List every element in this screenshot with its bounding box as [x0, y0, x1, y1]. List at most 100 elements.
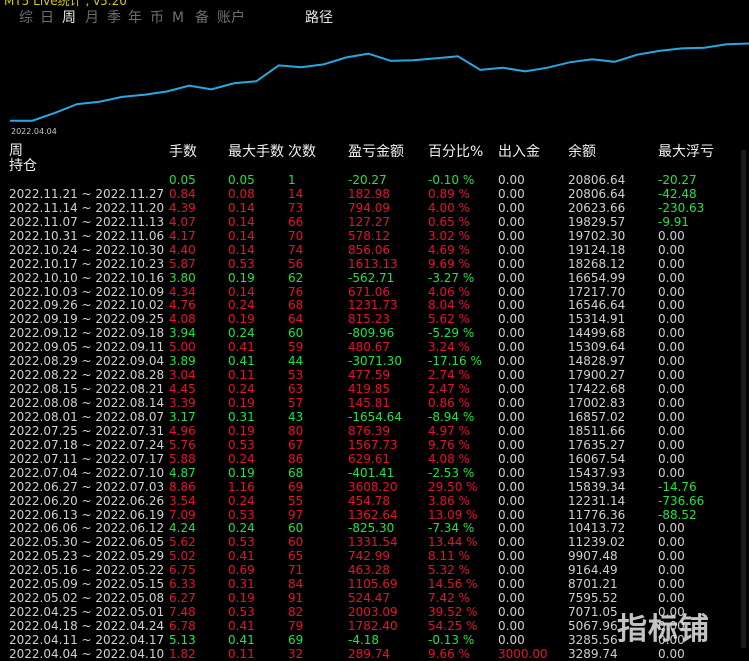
cell-deposit: 0.00 [498, 437, 525, 452]
balance-series-line [10, 42, 749, 122]
table-row[interactable]: 2022.06.20 ~ 2022.06.26 3.54 0.24 55 454.78 3… [0, 494, 749, 508]
cell-deposit: 0.00 [498, 312, 525, 327]
cell-max-floating-loss: 0.00 [658, 312, 685, 327]
cell-max-floating-loss: 0.00 [658, 270, 685, 285]
table-row[interactable]: 2022.10.10 ~ 2022.10.16 3.80 0.19 62 -562.71… [0, 271, 749, 285]
tab-quarter[interactable]: 季 [107, 9, 121, 27]
table-row[interactable]: 2022.10.24 ~ 2022.10.30 4.40 0.14 74 856.06 4… [0, 243, 749, 257]
table-row[interactable]: 2022.07.04 ~ 2022.07.10 4.87 0.19 68 -401.41… [0, 466, 749, 480]
cell-max-lots: 0.69 [228, 563, 255, 578]
cell-max-floating-loss: -9.91 [658, 214, 690, 229]
cell-count: 1 [288, 173, 296, 187]
table-row[interactable]: 2022.05.02 ~ 2022.05.08 6.27 0.19 91 524.47 7… [0, 591, 749, 605]
tab-day[interactable]: 日 [40, 9, 54, 27]
cell-pnl: 1567.73 [348, 437, 398, 452]
cell-lots: 3.80 [169, 270, 196, 285]
cell-period: 2022.04.11 ~ 2022.04.17 [9, 632, 165, 647]
cell-pnl: 629.61 [348, 451, 390, 466]
table-row[interactable]: 2022.10.17 ~ 2022.10.23 5.87 0.53 56 1613.13… [0, 257, 749, 271]
cell-deposit: 0.00 [498, 270, 525, 285]
cell-max-floating-loss: 0.00 [658, 340, 685, 355]
cell-period: 2022.06.13 ~ 2022.06.19 [9, 507, 165, 522]
table-row[interactable]: 2022.05.16 ~ 2022.05.22 6.75 0.69 71 463.28 5… [0, 563, 749, 577]
cell-percent: 3.02 % [428, 228, 470, 243]
table-row[interactable]: 2022.09.26 ~ 2022.10.02 4.76 0.24 68 1231.73… [0, 298, 749, 312]
cell-pnl: -825.30 [348, 521, 395, 536]
scrollbar[interactable] [741, 150, 746, 648]
cell-lots: 3.17 [169, 409, 196, 424]
cell-period: 2022.10.24 ~ 2022.10.30 [9, 242, 165, 257]
tab-week[interactable]: 周 [62, 9, 76, 27]
table-row[interactable]: 2022.11.07 ~ 2022.11.13 4.07 0.14 66 127.27 0… [0, 215, 749, 229]
cell-deposit: 0.00 [498, 354, 525, 369]
table-row[interactable]: 2022.05.30 ~ 2022.06.05 5.62 0.53 60 1331.54… [0, 535, 749, 549]
table-row[interactable]: 2022.11.21 ~ 2022.11.27 0.84 0.08 14 182.98 0… [0, 187, 749, 201]
cell-balance: 15437.93 [568, 465, 626, 480]
cell-lots: 4.76 [169, 298, 196, 313]
cell-balance: 10413.72 [568, 521, 626, 536]
table-row[interactable]: 2022.07.18 ~ 2022.07.24 5.76 0.53 67 1567.73… [0, 438, 749, 452]
cell-max-floating-loss: 0.00 [658, 354, 685, 369]
cell-deposit: 0.00 [498, 423, 525, 438]
cell-period: 2022.10.10 ~ 2022.10.16 [9, 270, 165, 285]
table-row[interactable]: 2022.08.22 ~ 2022.08.28 3.04 0.11 53 477.59 2… [0, 368, 749, 382]
cell-percent: 3.24 % [428, 340, 470, 355]
tab-month[interactable]: 月 [85, 9, 99, 27]
tab-note[interactable]: 备 [195, 9, 209, 27]
table-row[interactable]: 2022.05.09 ~ 2022.05.15 6.33 0.31 84 1105.69… [0, 577, 749, 591]
cell-balance: 11776.36 [568, 507, 626, 522]
table-row[interactable]: 2022.05.23 ~ 2022.05.29 5.02 0.41 65 742.99 8… [0, 549, 749, 563]
table-row[interactable]: 2022.08.01 ~ 2022.08.07 3.17 0.31 43 -1654.6… [0, 410, 749, 424]
table-row[interactable]: 2022.11.14 ~ 2022.11.20 4.39 0.14 73 794.09 4… [0, 201, 749, 215]
table-row[interactable]: 2022.06.27 ~ 2022.07.03 8.86 1.16 69 3608.20… [0, 480, 749, 494]
tab-magic[interactable]: M [172, 9, 184, 27]
cell-count: 43 [288, 409, 304, 424]
cell-balance: 14499.68 [568, 326, 626, 341]
cell-count: 60 [288, 521, 304, 536]
table-row[interactable]: 2022.08.15 ~ 2022.08.21 4.45 0.24 63 419.85 2… [0, 382, 749, 396]
cell-period: 2022.07.25 ~ 2022.07.31 [9, 423, 165, 438]
cell-percent: 5.62 % [428, 312, 470, 327]
table-row[interactable]: 2022.08.08 ~ 2022.08.14 3.39 0.19 57 145.81 0… [0, 396, 749, 410]
tab-account[interactable]: 账户 [217, 9, 245, 27]
cell-pnl: 856.06 [348, 242, 390, 257]
cell-max-lots: 0.53 [228, 256, 255, 271]
tab-path[interactable]: 路径 [305, 9, 333, 27]
cell-period: 2022.11.07 ~ 2022.11.13 [9, 214, 165, 229]
cell-period: 2022.08.08 ~ 2022.08.14 [9, 396, 165, 410]
cell-max-lots: 0.24 [228, 451, 255, 466]
tab-symbol[interactable]: 币 [150, 9, 164, 27]
cell-max-lots: 0.53 [228, 437, 255, 452]
cell-max-lots: 0.53 [228, 507, 255, 522]
cell-balance: 20806.64 [568, 173, 626, 187]
table-row[interactable]: 2022.10.31 ~ 2022.11.06 4.17 0.14 70 578.12 3… [0, 229, 749, 243]
tab-summary[interactable]: 综 [19, 9, 33, 27]
table-row[interactable]: 2022.09.12 ~ 2022.09.18 3.94 0.24 60 -809.96… [0, 326, 749, 340]
cell-pnl: 1782.40 [348, 619, 398, 633]
table-row[interactable]: 2022.07.25 ~ 2022.07.31 4.96 0.19 80 876.39 4… [0, 424, 749, 438]
period-tab-bar: 综 日 周 月 季 年 币 M 备 账户 路径 [0, 8, 749, 28]
table-row[interactable]: 2022.09.19 ~ 2022.09.25 4.08 0.19 64 815.23 5… [0, 312, 749, 326]
cell-pnl: 127.27 [348, 214, 390, 229]
chart-start-date-label: 2022.04.04 [11, 127, 57, 136]
cell-pnl: 145.81 [348, 396, 390, 410]
table-row[interactable]: 2022.10.03 ~ 2022.10.09 4.34 0.14 76 671.06 4… [0, 285, 749, 299]
cell-max-lots: 0.11 [228, 368, 255, 383]
header-percent: 百分比% [428, 144, 484, 160]
cell-lots: 0.84 [169, 186, 196, 201]
cell-count: 60 [288, 535, 304, 550]
table-row[interactable]: 2022.06.13 ~ 2022.06.19 7.09 0.53 97 1362.64… [0, 508, 749, 522]
table-row[interactable]: 2022.07.11 ~ 2022.07.17 5.88 0.24 86 629.61 4… [0, 452, 749, 466]
table-row[interactable]: 2022.08.29 ~ 2022.09.04 3.89 0.41 44 -3071.3… [0, 354, 749, 368]
tab-year[interactable]: 年 [128, 9, 142, 27]
table-row[interactable]: 0.05 0.05 1 -20.27 -0.10 % 0.00 20806.64 -20.27 [0, 173, 749, 187]
cell-max-lots: 0.31 [228, 577, 255, 592]
cell-period: 2022.07.04 ~ 2022.07.10 [9, 465, 165, 480]
cell-max-floating-loss: 0.00 [658, 465, 685, 480]
table-row[interactable]: 2022.09.05 ~ 2022.09.11 5.00 0.41 59 480.67 3… [0, 340, 749, 354]
cell-lots: 0.05 [169, 173, 196, 187]
cell-deposit: 0.00 [498, 563, 525, 578]
table-row[interactable]: 2022.06.06 ~ 2022.06.12 4.24 0.24 60 -825.30… [0, 521, 749, 535]
cell-max-lots: 0.53 [228, 535, 255, 550]
cell-balance: 16654.99 [568, 270, 626, 285]
